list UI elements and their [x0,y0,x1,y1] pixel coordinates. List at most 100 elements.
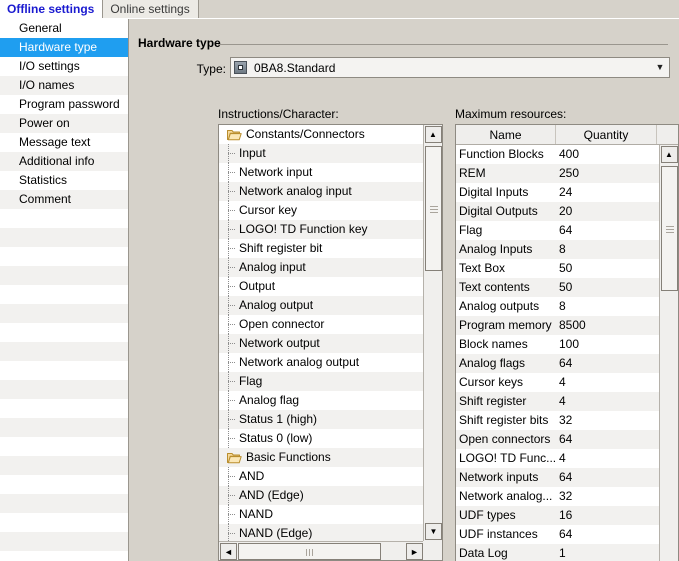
sidebar-item-io-names[interactable]: I/O names [0,76,128,95]
cell-name: LOGO! TD Func... [459,451,556,465]
tree-leaf-item[interactable]: Input [219,144,425,163]
cell-quantity: 16 [559,508,573,522]
table-row[interactable]: Cursor keys 4 [456,373,659,392]
sidebar-item-statistics[interactable]: Statistics [0,171,128,190]
hardware-type-pane: Hardware type Type: 0BA8.Standard ▼ Inst… [130,19,679,561]
tree-leaf-item[interactable]: LOGO! TD Function key [219,220,425,239]
tree-leaf-item[interactable]: Output [219,277,425,296]
cell-quantity: 32 [559,489,573,503]
tree-leaf-item[interactable]: Shift register bit [219,239,425,258]
tree-folder-item[interactable]: Basic Functions [219,448,425,467]
sidebar-empty-row [0,418,128,437]
cell-quantity: 64 [559,223,573,237]
scroll-down-button[interactable]: ▼ [425,523,442,540]
cell-quantity: 100 [559,337,580,351]
tree-leaf-item[interactable]: Open connector [219,315,425,334]
sidebar-item-io-settings[interactable]: I/O settings [0,57,128,76]
table-body[interactable]: Function Blocks 400 REM 250 Digital Inputs 24… [456,145,659,561]
table-row[interactable]: LOGO! TD Func... 4 [456,449,659,468]
sidebar-empty-row [0,342,128,361]
tree-leaf-item[interactable]: Network analog input [219,182,425,201]
sidebar-item-io-settings-label: I/O settings [19,59,80,73]
sidebar-item-power-on[interactable]: Power on [0,114,128,133]
table-row[interactable]: Analog flags 64 [456,354,659,373]
table-row[interactable]: Network inputs 64 [456,468,659,487]
column-header-quantity[interactable]: Quantity [556,125,657,144]
instructions-tree-horizontal-scrollbar[interactable]: ◄ ► [219,541,425,560]
table-row[interactable]: Text Box 50 [456,259,659,278]
grip-icon [305,549,313,556]
tree-connector-icon [225,144,239,163]
tree-item-label: Output [239,279,276,293]
scroll-up-button[interactable]: ▲ [424,126,442,143]
cell-quantity: 4 [559,451,566,465]
table-row[interactable]: Flag 64 [456,221,659,240]
table-row[interactable]: Digital Outputs 20 [456,202,659,221]
table-row[interactable]: Block names 100 [456,335,659,354]
table-row[interactable]: Open connectors 64 [456,430,659,449]
scroll-up-button[interactable]: ▲ [660,146,678,163]
table-row[interactable]: Analog Inputs 8 [456,240,659,259]
tree-connector-icon [225,353,239,372]
tree-item-label: Analog output [239,298,314,312]
scroll-thumb[interactable] [661,166,678,291]
sidebar-empty-row [0,532,128,551]
tree-leaf-item[interactable]: NAND (Edge) [219,524,425,541]
table-row[interactable]: Program memory 8500 [456,316,659,335]
table-row[interactable]: Digital Inputs 24 [456,183,659,202]
tab-online-settings[interactable]: Online settings [103,0,199,18]
table-row[interactable]: Shift register 4 [456,392,659,411]
cell-quantity: 250 [559,166,580,180]
scroll-thumb[interactable] [425,146,442,271]
tree-leaf-item[interactable]: Network input [219,163,425,182]
tree-leaf-item[interactable]: Analog input [219,258,425,277]
tree-leaf-item[interactable]: Flag [219,372,425,391]
instructions-tree[interactable]: Constants/Connectors Input Network input Ne… [219,125,425,541]
tab-offline-settings[interactable]: Offline settings [0,0,104,19]
tree-item-label: Cursor key [239,203,298,217]
tree-connector-icon [225,258,239,277]
sidebar-item-program-password[interactable]: Program password [0,95,128,114]
tree-leaf-item[interactable]: Network output [219,334,425,353]
tree-leaf-item[interactable]: AND (Edge) [219,486,425,505]
tree-folder-item[interactable]: Constants/Connectors [219,125,425,144]
table-row[interactable]: UDF instances 64 [456,525,659,544]
tree-leaf-item[interactable]: Network analog output [219,353,425,372]
table-row[interactable]: Shift register bits 32 [456,411,659,430]
tree-item-label: LOGO! TD Function key [239,222,368,236]
instructions-tree-vertical-scrollbar[interactable]: ▲ ▼ [423,125,442,541]
tree-item-label: Status 0 (low) [239,431,313,445]
tree-leaf-item[interactable]: AND [219,467,425,486]
tree-item-label: AND [239,469,265,483]
table-row[interactable]: REM 250 [456,164,659,183]
tree-leaf-item[interactable]: Status 0 (low) [219,429,425,448]
sidebar-item-additional-info[interactable]: Additional info [0,152,128,171]
maximum-resources-table: Name Quantity Function Blocks 400 REM 250 Di… [455,124,679,561]
sidebar-item-message-text[interactable]: Message text [0,133,128,152]
hscroll-thumb[interactable] [238,543,381,560]
sidebar-item-general[interactable]: General [0,19,128,38]
tree-leaf-item[interactable]: Cursor key [219,201,425,220]
hardware-type-combobox[interactable]: 0BA8.Standard ▼ [230,57,670,78]
chevron-down-icon[interactable]: ▼ [651,63,669,72]
tree-leaf-item[interactable]: Analog flag [219,391,425,410]
table-row[interactable]: Data Log 1 [456,544,659,561]
table-row[interactable]: UDF types 16 [456,506,659,525]
table-row[interactable]: Function Blocks 400 [456,145,659,164]
resources-table-vertical-scrollbar[interactable]: ▲ ▼ [659,145,678,561]
tree-leaf-item[interactable]: NAND [219,505,425,524]
column-header-name[interactable]: Name [456,125,556,144]
sidebar-item-hardware-type[interactable]: Hardware type [0,38,128,57]
tree-leaf-item[interactable]: Analog output [219,296,425,315]
tree-leaf-item[interactable]: Status 1 (high) [219,410,425,429]
tree-connector-icon [225,410,239,429]
table-row[interactable]: Network analog... 32 [456,487,659,506]
scroll-left-button[interactable]: ◄ [220,543,237,560]
cell-name: Shift register [459,394,527,408]
resources-label: Maximum resources: [455,107,567,121]
sidebar-empty-row [0,323,128,342]
table-row[interactable]: Text contents 50 [456,278,659,297]
scroll-right-button[interactable]: ► [406,543,423,560]
sidebar-item-comment[interactable]: Comment [0,190,128,209]
table-row[interactable]: Analog outputs 8 [456,297,659,316]
